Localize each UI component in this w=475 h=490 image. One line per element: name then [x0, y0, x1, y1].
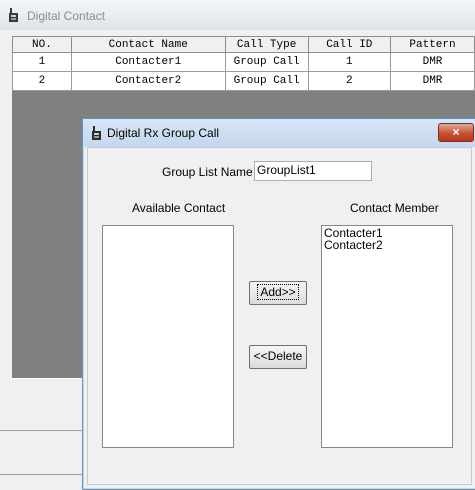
contact-member-label: Contact Member	[350, 201, 439, 215]
title-bar: Digital Contact	[0, 0, 475, 30]
table-cell[interactable]: 1	[12, 52, 72, 72]
table-cell[interactable]: DMR	[390, 52, 475, 72]
window-title: Digital Contact	[27, 9, 106, 23]
table-row[interactable]: 1 Contacter1 Group Call 1 DMR	[12, 52, 475, 72]
add-button-label: Add>>	[257, 284, 299, 300]
table-cell[interactable]: Group Call	[224, 71, 309, 91]
group-list-name-input[interactable]: GroupList1	[254, 161, 372, 181]
delete-button[interactable]: <<Delete	[249, 345, 307, 369]
table-cell[interactable]: 1	[307, 52, 392, 72]
table-row[interactable]: 2 Contacter2 Group Call 2 DMR	[12, 71, 475, 91]
column-header[interactable]: Pattern	[390, 36, 475, 53]
column-header[interactable]: NO.	[12, 36, 72, 53]
close-button[interactable]: ×	[438, 123, 474, 142]
table-cell[interactable]: 2	[12, 71, 72, 91]
add-button[interactable]: Add>>	[249, 281, 307, 305]
table-header-row: NO. Contact Name Call Type Call ID Patte…	[12, 36, 475, 53]
group-list-name-label: Group List Name	[162, 165, 253, 179]
list-item[interactable]: Contacter2	[324, 239, 450, 251]
available-contact-label: Available Contact	[132, 201, 226, 215]
contact-table: NO. Contact Name Call Type Call ID Patte…	[12, 36, 475, 91]
dialog-title: Digital Rx Group Call	[107, 126, 220, 140]
divider	[0, 474, 83, 475]
close-icon: ×	[452, 125, 460, 139]
radio-icon	[92, 126, 101, 140]
dialog-body: Group List Name GroupList1 Available Con…	[87, 147, 472, 485]
column-header[interactable]: Contact Name	[70, 36, 226, 53]
contact-table-wrap: NO. Contact Name Call Type Call ID Patte…	[12, 36, 475, 91]
table-cell[interactable]: Contacter1	[70, 52, 226, 72]
radio-icon	[9, 8, 18, 22]
available-contact-list[interactable]	[102, 225, 234, 448]
column-header[interactable]: Call Type	[224, 36, 309, 53]
table-cell[interactable]: 2	[307, 71, 392, 91]
table-cell[interactable]: DMR	[390, 71, 475, 91]
delete-button-label: <<Delete	[253, 349, 303, 363]
table-cell[interactable]: Group Call	[224, 52, 309, 72]
contact-member-list[interactable]: Contacter1 Contacter2	[321, 225, 453, 448]
table-cell[interactable]: Contacter2	[70, 71, 226, 91]
column-header[interactable]: Call ID	[307, 36, 392, 53]
dialog-title-bar[interactable]: Digital Rx Group Call ×	[83, 119, 475, 147]
digital-rx-group-call-dialog: Digital Rx Group Call × Group List Name …	[82, 118, 475, 490]
